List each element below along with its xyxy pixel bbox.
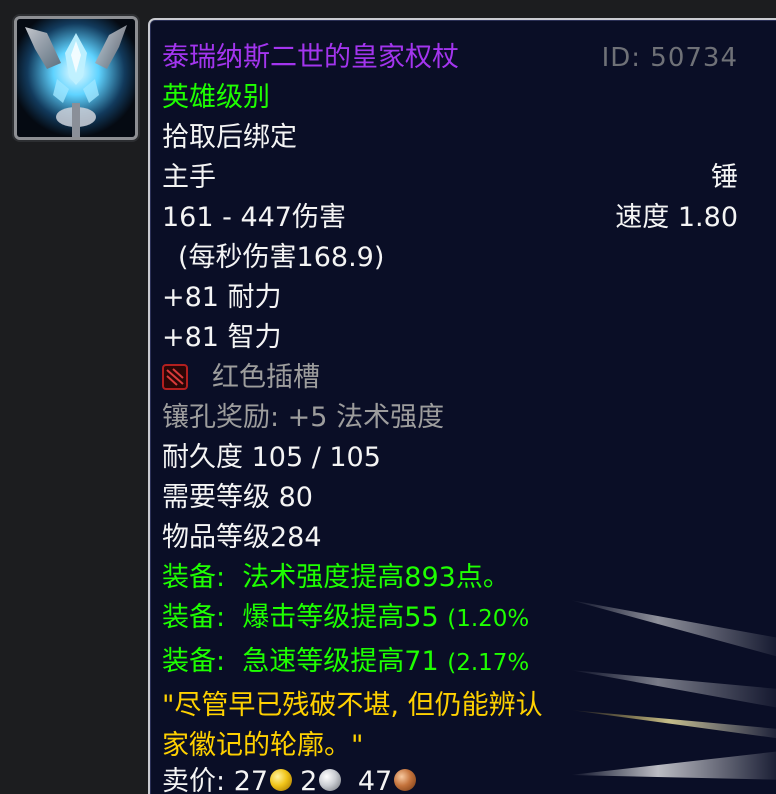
ice-crystal-scepter-icon[interactable] [14,16,138,140]
silver-coin-icon [319,768,342,791]
copper-coin-icon [394,768,417,791]
item-dps: (每秒伤害168.9) [178,242,385,273]
sell-silver: 2 [300,766,318,794]
socket-row: 红色插槽 [162,358,762,398]
item-speed: 速度 1.80 [615,202,738,233]
equip-prefix: 装备: [162,602,226,633]
equip-prefix: 装备: [162,562,226,593]
damage-row: 161 - 447伤害 速度 1.80 [162,198,762,238]
item-slot: 主手 [162,162,216,193]
equip-text: 爆击等级提高55 [242,602,439,633]
equip-prefix: 装备: [162,646,226,677]
sell-label: 卖价: [162,766,226,794]
item-tooltip: 泰瑞纳斯二世的皇家权杖 ID: 50734 英雄级别 拾取后绑定 主手 锤 16… [148,18,776,794]
red-socket-icon [162,363,188,390]
item-name: 泰瑞纳斯二世的皇家权杖 [162,42,459,73]
item-damage: 161 - 447伤害 [162,202,346,233]
sell-price: 卖价: 27 2 47 [162,762,762,794]
bind-type: 拾取后绑定 [162,122,297,153]
equip-percent: (1.20% [447,606,530,632]
equip-text: 急速等级提高71 [242,646,439,677]
flavor-text-line-2: 家徽记的轮廓。" [162,730,364,761]
gold-coin-icon [270,768,293,791]
equip-spell-power: 装备: 法术强度提高893点。 [162,558,762,598]
slot-row: 主手 锤 [162,158,762,198]
equip-crit: 装备: 爆击等级提高55 (1.20% [162,598,762,638]
socket-bonus: 镶孔奖励: +5 法术强度 [162,402,445,433]
required-level: 需要等级 80 [162,482,313,513]
socket-label: 红色插槽 [212,362,320,393]
sell-copper: 47 [357,766,393,794]
item-level: 物品等级284 [162,522,322,553]
item-id: ID: 50734 [601,43,738,73]
flavor-text-line-1: "尽管早已残破不堪, 但仍能辨认 [162,690,543,721]
equip-text: 法术强度提高893点。 [242,562,510,593]
equip-percent: (2.17% [447,650,530,676]
stat-intellect: +81 智力 [162,322,282,353]
stat-stamina: +81 耐力 [162,282,282,313]
durability: 耐久度 105 / 105 [162,442,381,473]
item-quality: 英雄级别 [162,82,270,113]
equip-haste: 装备: 急速等级提高71 (2.17% [162,642,762,682]
sell-gold: 27 [233,766,269,794]
item-type: 锤 [711,162,738,193]
item-name-row: 泰瑞纳斯二世的皇家权杖 ID: 50734 [162,38,762,78]
screen: 泰瑞纳斯二世的皇家权杖 ID: 50734 英雄级别 拾取后绑定 主手 锤 16… [0,0,776,794]
